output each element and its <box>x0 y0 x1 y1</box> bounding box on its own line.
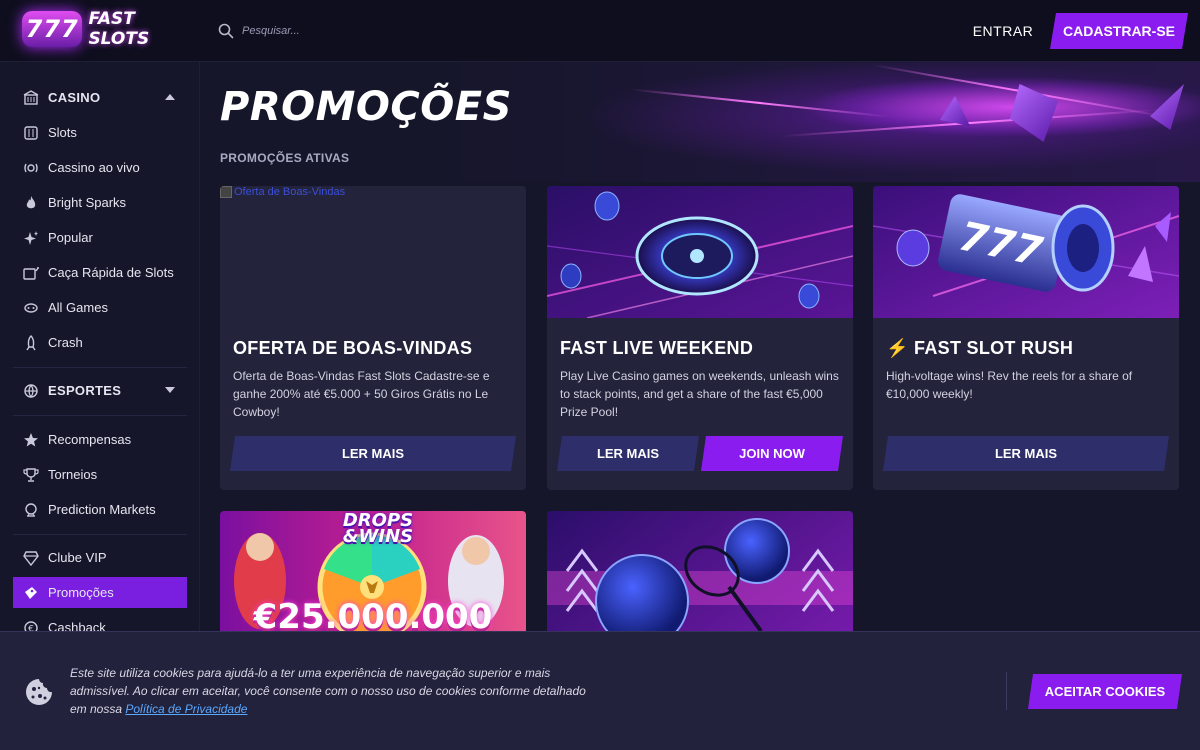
sports-ball-icon <box>23 383 39 399</box>
privacy-policy-link[interactable]: Política de Privacidade <box>125 702 247 716</box>
sidebar-item-label: Clube VIP <box>48 550 107 565</box>
hero-light-streak <box>630 88 890 118</box>
sidebar-item-prediction-markets[interactable]: Prediction Markets <box>13 494 187 525</box>
sidebar-item-live-casino[interactable]: Cassino ao vivo <box>13 152 187 183</box>
image-alt-text: Oferta de Boas-Vindas <box>234 186 346 198</box>
sidebar-item-label: All Games <box>48 300 108 315</box>
rocket-icon <box>23 334 39 351</box>
sidebar-item-crash[interactable]: Crash <box>13 327 187 358</box>
sidebar-item-all-games[interactable]: All Games <box>13 292 187 323</box>
sidebar-item-label: Cassino ao vivo <box>48 160 140 175</box>
sidebar-divider <box>13 534 187 535</box>
promo-card-title: OFERTA DE BOAS-VINDAS <box>233 338 473 358</box>
trophy-icon <box>23 467 39 483</box>
sidebar-section-label: CASINO <box>48 90 101 105</box>
promo-card-description: High-voltage wins! Rev the reels for a s… <box>886 369 1133 401</box>
sidebar-item-popular[interactable]: Popular <box>13 222 187 253</box>
page-title: PROMOÇÕES <box>220 84 512 130</box>
cookie-message: Este site utiliza cookies para ajudá-lo … <box>70 664 590 718</box>
promo-card-image[interactable] <box>547 186 853 319</box>
search-bar[interactable] <box>218 20 518 42</box>
banner-heading: DROPS &WINS <box>342 511 414 547</box>
sidebar-section-casino[interactable]: CASINO <box>13 82 187 113</box>
sidebar-item-label: Torneios <box>48 467 98 482</box>
slots-icon <box>23 125 39 141</box>
join-now-button[interactable]: JOIN NOW <box>701 436 843 471</box>
search-icon <box>218 23 234 39</box>
slot-reel-illustration: 777 <box>873 186 1179 318</box>
sidebar-item-slot-hunt[interactable]: Caça Rápida de Slots <box>13 257 187 288</box>
sidebar-item-rewards[interactable]: Recompensas <box>13 424 187 455</box>
search-input[interactable] <box>242 25 502 37</box>
login-button[interactable]: ENTRAR <box>966 18 1040 44</box>
promo-card-slot-rush: 777 ⚡ FAST SLOT RUSH High-voltage wins! … <box>873 186 1179 490</box>
prediction-icon <box>23 502 39 518</box>
logo-badge: 777 <box>22 11 83 47</box>
promo-card-title-text: FAST SLOT RUSH <box>914 338 1074 358</box>
hero-light-streak <box>780 108 1160 138</box>
section-heading: PROMOÇÕES ATIVAS <box>220 151 350 165</box>
hero-banner-background <box>450 62 1200 182</box>
sidebar-item-bright-sparks[interactable]: Bright Sparks <box>13 187 187 218</box>
promo-card-image[interactable]: Oferta de Boas-Vindas <box>220 186 526 318</box>
flame-icon <box>23 195 39 211</box>
sidebar-item-label: Crash <box>48 335 83 350</box>
sparkle-icon <box>23 230 39 246</box>
hero-crystal-shard <box>1150 84 1184 130</box>
sidebar-section-sports[interactable]: ESPORTES <box>13 375 187 406</box>
sidebar-item-label: Recompensas <box>48 432 132 447</box>
sidebar-divider <box>13 415 187 416</box>
diamond-icon <box>23 550 39 566</box>
live-casino-icon <box>23 160 39 176</box>
sidebar-item-label: Popular <box>48 230 93 245</box>
signup-button[interactable]: CADASTRAR-SE <box>1050 13 1188 49</box>
logo-text: FAST SLOTS <box>88 9 150 49</box>
promo-card-live-weekend: FAST LIVE WEEKEND Play Live Casino games… <box>547 186 853 490</box>
sidebar-item-tournaments[interactable]: Torneios <box>13 459 187 490</box>
promo-card-image[interactable]: 777 <box>873 186 1179 318</box>
chevron-up-icon <box>165 94 175 100</box>
sidebar-item-label: Caça Rápida de Slots <box>48 265 174 280</box>
sidebar-item-label: Prediction Markets <box>48 502 156 517</box>
cookie-divider <box>1006 672 1007 710</box>
promo-card-title: ⚡ FAST SLOT RUSH <box>886 338 1073 359</box>
sidebar-divider <box>13 367 187 368</box>
broken-image: Oferta de Boas-Vindas <box>220 186 345 198</box>
chevron-down-icon <box>165 387 175 393</box>
cookie-icon <box>26 679 52 705</box>
slot-hunt-icon <box>23 265 39 281</box>
promo-card-title: FAST LIVE WEEKEND <box>560 338 754 358</box>
brand-logo[interactable]: 777 FAST SLOTS <box>22 9 192 49</box>
accept-cookies-button[interactable]: ACEITAR COOKIES <box>1028 674 1182 709</box>
sidebar-item-label: Promoções <box>48 585 114 600</box>
read-more-button[interactable]: LER MAIS <box>883 436 1169 471</box>
promo-card-welcome: Oferta de Boas-Vindas OFERTA DE BOAS-VIN… <box>220 186 526 490</box>
hero-crystal-shard <box>940 96 970 126</box>
lightning-icon: ⚡ <box>886 338 909 358</box>
sidebar-item-slots[interactable]: Slots <box>13 117 187 148</box>
sidebar-item-label: Bright Sparks <box>48 195 127 210</box>
hero-crystal-shard <box>1010 84 1058 142</box>
sidebar-item-label: Slots <box>48 125 77 140</box>
star-icon <box>23 432 39 448</box>
games-icon <box>23 300 39 316</box>
broken-image-icon <box>220 186 232 198</box>
read-more-button[interactable]: LER MAIS <box>230 436 516 471</box>
promo-icon <box>23 585 39 601</box>
sidebar-item-promotions[interactable]: Promoções <box>13 577 187 608</box>
sidebar-item-vip-club[interactable]: Clube VIP <box>13 542 187 573</box>
promo-card-description: Oferta de Boas-Vindas Fast Slots Cadastr… <box>233 369 490 419</box>
sidebar-section-label: ESPORTES <box>48 383 122 398</box>
read-more-button[interactable]: LER MAIS <box>557 436 699 471</box>
roulette-illustration <box>547 186 853 319</box>
top-header: 777 FAST SLOTS ENTRAR CADASTRAR-SE <box>0 0 1200 62</box>
cookie-banner: Este site utiliza cookies para ajudá-lo … <box>0 631 1200 750</box>
casino-icon <box>23 89 39 106</box>
promo-card-description: Play Live Casino games on weekends, unle… <box>560 369 839 419</box>
